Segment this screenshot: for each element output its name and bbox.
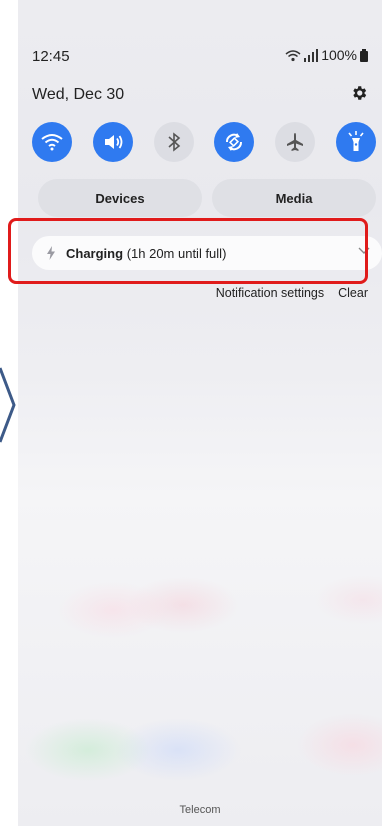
date: Wed, Dec 30 <box>32 86 125 103</box>
flashlight-icon <box>348 131 364 151</box>
wifi-icon <box>41 134 63 151</box>
status-time: 12:45 <box>32 48 70 65</box>
battery-icon <box>360 48 368 62</box>
carrier-label: Telecom <box>179 804 221 816</box>
clear-button[interactable]: Clear <box>338 286 368 300</box>
devices-button[interactable]: Devices <box>38 179 202 217</box>
quick-settings-row <box>32 122 376 162</box>
auto-rotate-toggle[interactable] <box>214 122 255 162</box>
notification-settings-link[interactable]: Notification settings <box>216 286 324 300</box>
bluetooth-toggle[interactable] <box>153 122 194 162</box>
rotate-icon <box>226 133 243 151</box>
signal-icon <box>304 48 319 62</box>
volume-icon <box>104 135 123 149</box>
airplane-mode-toggle[interactable] <box>275 122 316 162</box>
battery-percent: 100% <box>321 47 357 63</box>
bluetooth-icon <box>168 132 180 152</box>
highlight-box <box>8 218 368 284</box>
gear-icon[interactable] <box>350 84 368 102</box>
wifi-toggle[interactable] <box>32 122 72 162</box>
notification-actions: Notification settings Clear <box>216 286 368 300</box>
device-media-row: Devices Media <box>38 179 376 217</box>
flashlight-toggle[interactable] <box>335 122 376 162</box>
status-icons: 100% <box>285 47 368 63</box>
notification-shade: 12:45 100% Wed, Dec 30 Devices Media Cha… <box>18 0 382 826</box>
left-chevron-decoration <box>0 367 16 443</box>
sound-toggle[interactable] <box>92 122 133 162</box>
wifi-status-icon <box>285 49 301 61</box>
media-button[interactable]: Media <box>212 179 376 217</box>
airplane-icon <box>287 133 304 151</box>
